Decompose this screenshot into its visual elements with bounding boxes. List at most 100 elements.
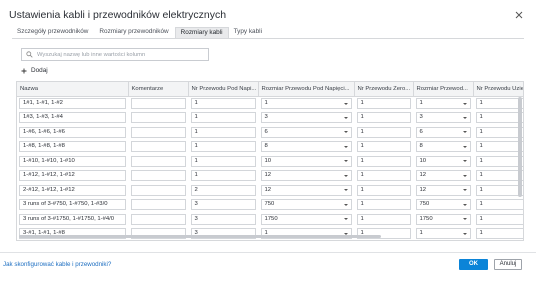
comment-cell[interactable]: [130, 213, 186, 225]
comment-cell[interactable]: [130, 155, 186, 167]
neutral-count-cell[interactable]: 1: [356, 170, 411, 182]
hot-count-cell[interactable]: 1: [190, 155, 256, 167]
horizontal-scrollbar[interactable]: [19, 235, 381, 238]
comment-cell[interactable]: [130, 112, 186, 124]
column-header-ground-count[interactable]: Nr Przewodu Uzien: [473, 82, 523, 97]
table-cell: 1#1, 1-#1, 1-#2: [17, 96, 129, 111]
neutral-size-select[interactable]: 3: [415, 112, 471, 124]
table-cell: 8: [413, 139, 474, 154]
neutral-count-cell[interactable]: 1: [356, 184, 411, 196]
neutral-size-select[interactable]: 6: [415, 126, 471, 138]
name-cell[interactable]: 1#3, 1-#3, 1-#4: [19, 112, 126, 124]
hot-count-cell[interactable]: 2: [190, 184, 256, 196]
comment-cell[interactable]: [130, 170, 186, 182]
hot-count-cell[interactable]: 1: [190, 170, 256, 182]
neutral-count-cell[interactable]: 1: [356, 141, 411, 153]
hot-count-cell[interactable]: 1: [190, 112, 256, 124]
tab-cable-sizes[interactable]: Rozmiary kabli: [174, 27, 229, 38]
table-cell: 1: [188, 154, 259, 169]
neutral-size-select[interactable]: 1: [415, 228, 471, 240]
vertical-scrollbar[interactable]: [518, 97, 522, 197]
hot-size-select[interactable]: 3: [260, 112, 352, 124]
search-input[interactable]: [37, 51, 207, 58]
add-button[interactable]: Dodaj: [21, 67, 48, 74]
ground-count-cell[interactable]: 1: [475, 170, 523, 182]
hot-count-cell[interactable]: 3: [190, 199, 256, 211]
hot-count-cell[interactable]: 1: [190, 141, 256, 153]
name-cell[interactable]: 1-#6, 1-#6, 1-#6: [19, 126, 126, 138]
neutral-size-select[interactable]: 12: [415, 170, 471, 182]
neutral-size-select[interactable]: 12: [415, 184, 471, 196]
hot-size-select[interactable]: 12: [260, 170, 352, 182]
hot-count-cell[interactable]: 1: [190, 98, 256, 109]
neutral-count-cell[interactable]: 1: [356, 155, 411, 167]
name-cell[interactable]: 3 runs of 3-#750, 1-#750, 1-#3/0: [19, 199, 126, 211]
table-cell: 1: [188, 96, 259, 111]
ground-count-cell[interactable]: 1: [475, 155, 523, 167]
ground-count-cell[interactable]: 1: [475, 112, 523, 124]
name-cell[interactable]: 1-#12, 1-#12, 1-#12: [19, 170, 126, 182]
name-cell[interactable]: 1-#10, 1-#10, 1-#10: [19, 155, 126, 167]
hot-size-select[interactable]: 1750: [260, 213, 352, 225]
ground-count-cell[interactable]: 1: [475, 228, 523, 240]
hot-size-select[interactable]: 10: [260, 155, 352, 167]
ground-count-cell[interactable]: 1: [475, 184, 523, 196]
tab-cable-types[interactable]: Typy kabli: [229, 27, 268, 38]
hot-count-cell[interactable]: 3: [190, 213, 256, 225]
ground-count-cell[interactable]: 1: [475, 213, 523, 225]
name-cell[interactable]: 1-#8, 1-#8, 1-#8: [19, 141, 126, 153]
table-cell: 12: [413, 183, 474, 198]
cancel-button[interactable]: Anuluj: [494, 259, 522, 270]
table-cell: 3: [413, 110, 474, 125]
comment-cell[interactable]: [130, 126, 186, 138]
column-header-hot-count[interactable]: Nr Przewodu Pod Napi...: [188, 82, 259, 97]
neutral-count-cell[interactable]: 1: [356, 126, 411, 138]
table-row: 1-#6, 1-#6, 1-#6 1 6 1 6 1: [17, 125, 523, 140]
tab-conductor-details[interactable]: Szczegóły przewodników: [12, 27, 94, 38]
column-header-neutral-count[interactable]: Nr Przewodu Zero...: [354, 82, 414, 97]
neutral-count-cell[interactable]: 1: [356, 112, 411, 124]
neutral-size-select[interactable]: 1750: [415, 213, 471, 225]
name-cell[interactable]: 2-#12, 1-#12, 1-#12: [19, 184, 126, 196]
ground-count-cell[interactable]: 1: [475, 141, 523, 153]
table-cell: 1: [354, 154, 414, 169]
neutral-count-cell[interactable]: 1: [356, 199, 411, 211]
close-icon[interactable]: [513, 9, 525, 21]
column-header-name[interactable]: Nazwa: [17, 82, 129, 97]
ground-count-cell[interactable]: 1: [475, 126, 523, 138]
hot-size-select[interactable]: 6: [260, 126, 352, 138]
neutral-count-cell[interactable]: 1: [356, 213, 411, 225]
neutral-size-select[interactable]: 1: [415, 98, 471, 109]
name-cell[interactable]: 1#1, 1-#1, 1-#2: [19, 98, 126, 109]
hot-size-select[interactable]: 12: [260, 184, 352, 196]
comment-cell[interactable]: [130, 199, 186, 211]
table-row: 1-#12, 1-#12, 1-#12 1 12 1 12 1: [17, 168, 523, 183]
hot-count-cell[interactable]: 1: [190, 126, 256, 138]
neutral-size-select[interactable]: 10: [415, 155, 471, 167]
tab-conductor-sizes[interactable]: Rozmiary przewodników: [94, 27, 174, 38]
table-cell: 1: [473, 110, 523, 125]
comment-cell[interactable]: [130, 98, 186, 109]
ground-count-cell[interactable]: 1: [475, 98, 523, 109]
neutral-size-select[interactable]: 8: [415, 141, 471, 153]
table-cell: 6: [258, 125, 355, 140]
hot-size-select[interactable]: 1: [260, 98, 352, 109]
hot-size-select[interactable]: 750: [260, 199, 352, 211]
neutral-size-select[interactable]: 750: [415, 199, 471, 211]
neutral-count-cell[interactable]: 1: [356, 98, 411, 109]
footer-divider: [0, 252, 536, 253]
column-header-neutral-size[interactable]: Rozmiar Przewod...: [413, 82, 474, 97]
column-header-hot-size[interactable]: Rozmiar Przewodu Pod Napięci...: [258, 82, 355, 97]
name-cell[interactable]: 3 runs of 3-#1750, 1-#1750, 1-#4/0: [19, 213, 126, 225]
table-cell: [128, 197, 189, 212]
table-cell: 1-#10, 1-#10, 1-#10: [17, 154, 129, 169]
ground-count-cell[interactable]: 1: [475, 199, 523, 211]
comment-cell[interactable]: [130, 141, 186, 153]
comment-cell[interactable]: [130, 184, 186, 196]
help-link[interactable]: Jak skonfigurować kable i przewodniki?: [3, 261, 111, 268]
ok-button[interactable]: OK: [459, 259, 488, 270]
table-cell: 8: [258, 139, 355, 154]
column-header-comments[interactable]: Komentarze: [128, 82, 189, 97]
table-cell: 12: [413, 168, 474, 183]
hot-size-select[interactable]: 8: [260, 141, 352, 153]
